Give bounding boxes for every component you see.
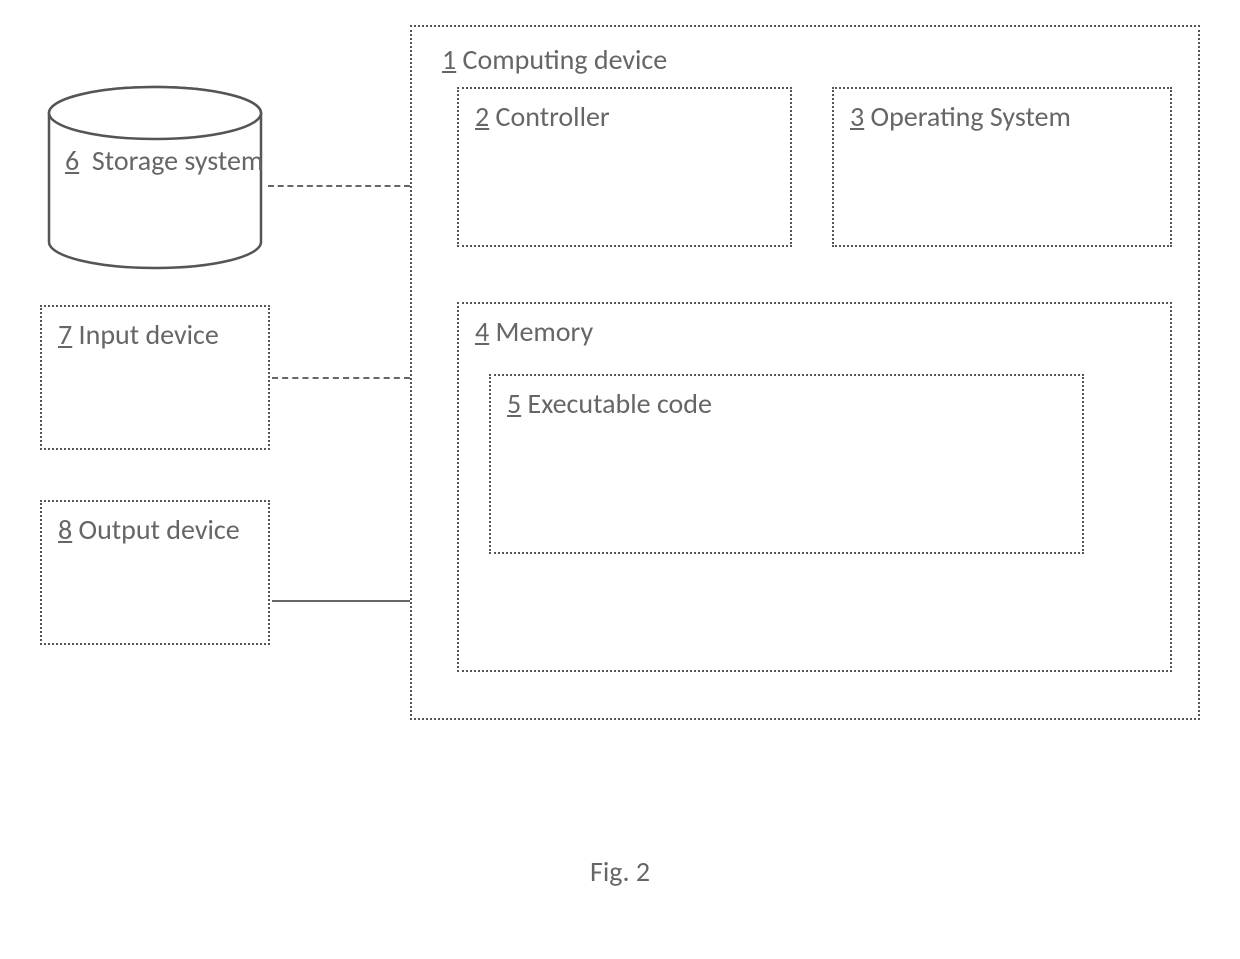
storage-system-block: 6 Storage system [45,85,265,270]
connector-input [272,377,410,379]
figure-caption: Fig. 2 [0,854,1240,889]
executable-code-block: 5 Executable code [489,374,1084,554]
input-device-block: 7 Input device [40,305,270,450]
memory-label: 4 Memory [475,314,1154,349]
memory-block: 4 Memory 5 Executable code [457,302,1172,672]
computing-device-block: 1 Computing device 2 Controller 3 Operat… [410,25,1200,720]
computing-device-label: 1 Computing device [442,42,667,77]
controller-block: 2 Controller [457,87,792,247]
storage-system-label: 6 Storage system [65,143,263,179]
output-device-block: 8 Output device [40,500,270,645]
operating-system-block: 3 Operating System [832,87,1172,247]
connector-output [272,600,410,602]
connector-storage [268,185,410,187]
